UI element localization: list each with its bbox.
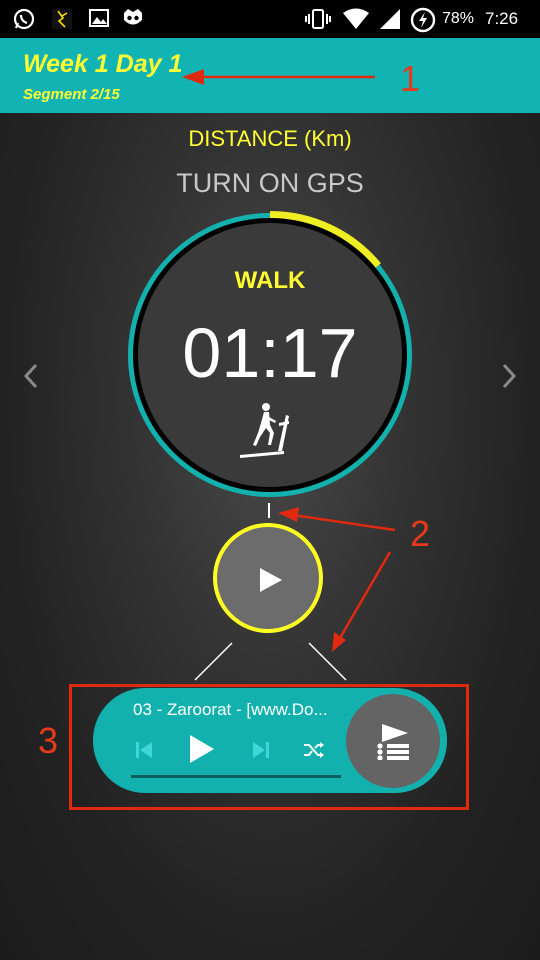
annotation-number-1: 1 <box>400 58 421 99</box>
annotation-number-2: 2 <box>410 513 431 554</box>
annotation-arrows <box>182 69 396 652</box>
annotation-box-music-player <box>69 684 469 810</box>
annotation-number-3: 3 <box>38 720 59 761</box>
